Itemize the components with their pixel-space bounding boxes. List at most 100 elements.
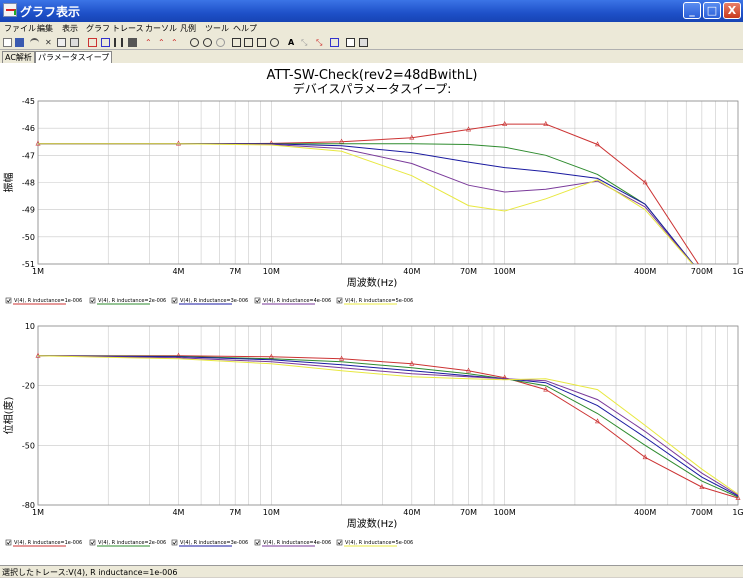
trace-step-icon[interactable]: ⌃ <box>171 38 180 47</box>
series-line[interactable] <box>38 143 702 275</box>
x-tick-label: 1G <box>732 508 743 517</box>
y-tick-label: -49 <box>22 206 35 215</box>
save-icon[interactable] <box>15 38 24 47</box>
cut-icon[interactable]: ✕ <box>45 38 54 47</box>
y-tick-label: 10 <box>25 322 35 331</box>
layout-split-icon[interactable] <box>101 38 110 47</box>
close-button[interactable]: X <box>723 2 741 19</box>
x-tick-label: 700M <box>691 267 713 276</box>
menu-edit[interactable]: 編集 <box>37 23 53 34</box>
series-line[interactable] <box>38 123 702 269</box>
x-tick-label: 7M <box>229 267 241 276</box>
x-tick-label: 100M <box>494 267 516 276</box>
x-tick-label: 4M <box>172 267 184 276</box>
chart-svg: ATT-SW-Check(rev2=48dBwithL) デバイスパラメータスイ… <box>2 68 743 547</box>
zoom-out-icon[interactable] <box>203 38 212 47</box>
title-bar[interactable]: グラフ表示 _ □ X <box>0 0 743 22</box>
menu-view[interactable]: 表示 <box>62 23 78 34</box>
scale-x-icon[interactable] <box>257 38 266 47</box>
chart-title-1: ATT-SW-Check(rev2=48dBwithL) <box>267 68 478 83</box>
chart-title-2: デバイスパラメータスイープ: <box>293 81 452 96</box>
series-line[interactable] <box>38 355 738 495</box>
tab-ac-analysis[interactable]: AC解析 <box>2 51 35 63</box>
undo-icon[interactable] <box>30 38 39 47</box>
graph-app-icon <box>3 3 17 17</box>
menu-help[interactable]: ヘルプ <box>233 23 257 34</box>
y-tick-label: -47 <box>22 151 35 160</box>
x-tick-label: 1G <box>732 267 743 276</box>
scale-icon[interactable] <box>232 38 241 47</box>
series-line[interactable] <box>38 355 738 498</box>
marker-icon[interactable]: ⤡ <box>316 38 325 47</box>
legend-entry-label: V(4), R inductance=4e-006 <box>263 540 331 546</box>
layout-columns-icon[interactable] <box>114 38 123 47</box>
legend-entry-label: V(4), R inductance=2e-006 <box>98 298 166 304</box>
legend-entry-label: V(4), R inductance=5e-006 <box>345 540 413 546</box>
export-icon[interactable] <box>346 38 355 47</box>
minimize-button[interactable]: _ <box>683 2 701 19</box>
menu-bar: ファイル 編集 表示 グラフ トレース カーソル 凡例 ツール ヘルプ <box>0 22 743 36</box>
text-icon[interactable]: A <box>288 38 297 47</box>
menu-tools[interactable]: ツール <box>205 23 229 34</box>
series-line[interactable] <box>38 143 702 275</box>
menu-graph[interactable]: グラフ <box>86 23 110 34</box>
x-tick-label: 1M <box>32 508 44 517</box>
y-axis-label: 振幅 <box>2 173 15 193</box>
x-tick-label: 1M <box>32 267 44 276</box>
series-line[interactable] <box>38 143 702 275</box>
x-tick-label: 10M <box>263 267 280 276</box>
legend-entry-label: V(4), R inductance=5e-006 <box>345 298 413 304</box>
window-title: グラフ表示 <box>20 5 81 19</box>
x-tick-label: 40M <box>403 508 420 517</box>
x-tick-label: 400M <box>634 508 656 517</box>
series-marker <box>543 120 549 126</box>
x-tick-label: 7M <box>229 508 241 517</box>
cursor-icon[interactable] <box>330 38 339 47</box>
open-icon[interactable] <box>3 38 12 47</box>
maximize-button[interactable]: □ <box>703 2 721 19</box>
x-tick-label: 700M <box>691 508 713 517</box>
y-tick-label: -50 <box>22 233 35 242</box>
series-line[interactable] <box>38 355 738 499</box>
trace-marker-icon[interactable]: ⌃ <box>158 38 167 47</box>
x-axis-label: 周波数(Hz) <box>347 517 398 530</box>
y-tick-label: -50 <box>22 441 35 450</box>
legend-entry-label: V(4), R inductance=3e-006 <box>180 540 248 546</box>
series-line[interactable] <box>38 355 738 496</box>
series-line[interactable] <box>38 355 738 497</box>
menu-file[interactable]: ファイル <box>4 23 36 34</box>
copy-icon[interactable] <box>57 38 66 47</box>
x-tick-label: 100M <box>494 508 516 517</box>
status-bar: 選択したトレース:V(4), R inductance=1e-006 <box>0 565 743 577</box>
x-tick-label: 40M <box>403 267 420 276</box>
x-tick-label: 70M <box>460 267 477 276</box>
refresh-icon[interactable] <box>270 38 279 47</box>
legend-entry-label: V(4), R inductance=2e-006 <box>98 540 166 546</box>
zoom-in-icon[interactable] <box>190 38 199 47</box>
y-tick-label: -46 <box>22 124 35 133</box>
menu-trace[interactable]: トレース <box>112 23 144 34</box>
x-tick-label: 400M <box>634 267 656 276</box>
y-tick-label: -48 <box>22 179 35 188</box>
legend-entry-label: V(4), R inductance=1e-006 <box>14 298 82 304</box>
trace-red-icon[interactable]: ⌃ <box>145 38 154 47</box>
y-axis-label: 位相(度) <box>2 397 15 435</box>
plot-area: ATT-SW-Check(rev2=48dBwithL) デバイスパラメータスイ… <box>0 63 743 565</box>
window-icon[interactable] <box>128 38 137 47</box>
zoom-fit-icon[interactable] <box>216 38 225 47</box>
paste-icon[interactable] <box>70 38 79 47</box>
series-line[interactable] <box>38 143 702 275</box>
y-tick-label: -45 <box>22 97 35 106</box>
layout-single-icon[interactable] <box>88 38 97 47</box>
legend-entry-label: V(4), R inductance=4e-006 <box>263 298 331 304</box>
annotate-icon[interactable]: ⤡ <box>301 38 310 47</box>
menu-cursor[interactable]: カーソル <box>145 23 177 34</box>
scale-y-icon[interactable] <box>244 38 253 47</box>
x-tick-label: 70M <box>460 508 477 517</box>
menu-legend[interactable]: 凡例 <box>180 23 196 34</box>
y-tick-label: -20 <box>22 382 35 391</box>
x-axis-label: 周波数(Hz) <box>347 276 398 289</box>
tab-parameter-sweep[interactable]: パラメータスイープ <box>35 51 113 63</box>
plot-frame <box>37 325 739 506</box>
print-icon[interactable] <box>359 38 368 47</box>
